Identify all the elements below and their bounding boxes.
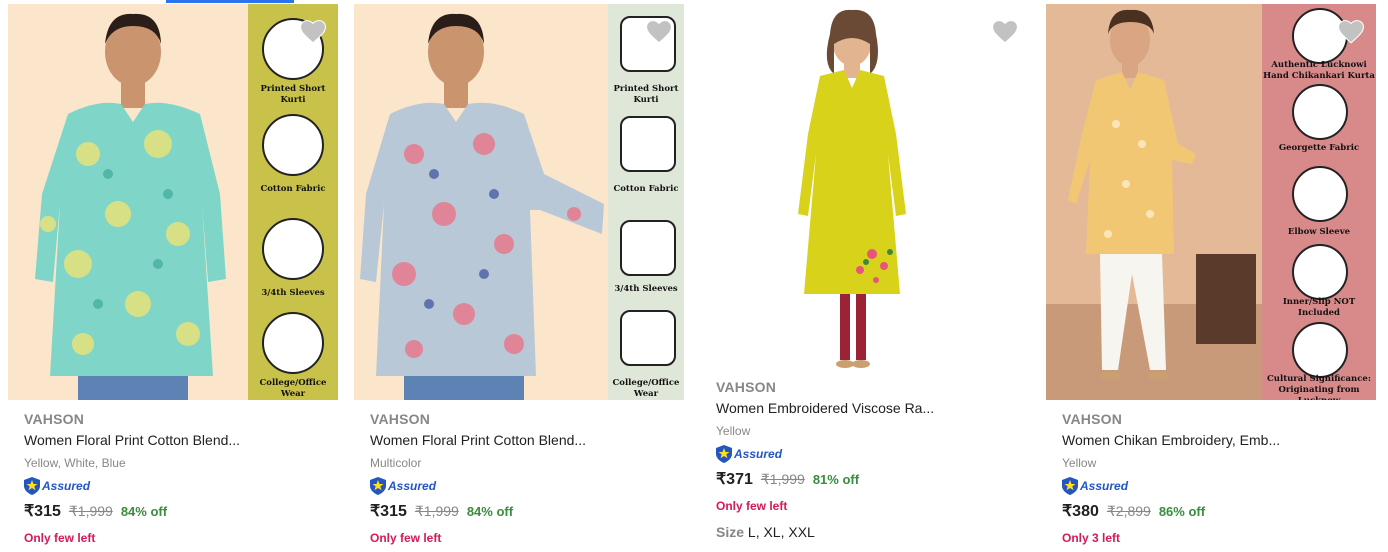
product-variant: Multicolor	[370, 456, 422, 470]
discount: 84% off	[120, 504, 168, 519]
stock-status: Only few left	[370, 531, 442, 545]
no-inner-icon	[1292, 244, 1348, 300]
assured-badge: Assured	[24, 477, 90, 495]
product-brand: VAHSON	[1062, 411, 1123, 427]
product-brand: VAHSON	[716, 379, 777, 395]
assured-label: Assured	[734, 447, 783, 461]
product-variant: Yellow	[1062, 456, 1097, 470]
heart-icon[interactable]	[1338, 20, 1364, 44]
product-title[interactable]: Women Floral Print Cotton Blend...	[370, 432, 586, 448]
stock-status: Only few left	[716, 499, 788, 513]
product-variant: Yellow, White, Blue	[24, 456, 126, 470]
selling-price: ₹380	[1062, 503, 1099, 520]
feature-label: Printed Short Kurti	[260, 84, 326, 105]
product-variant: Yellow	[716, 424, 751, 438]
product-title[interactable]: Women Embroidered Viscose Ra...	[716, 400, 934, 416]
product-image[interactable]	[700, 4, 1030, 372]
price-row: ₹380 ₹2,899 86% off	[1062, 501, 1205, 521]
fabric-icon	[1292, 84, 1348, 140]
heritage-building-icon	[1292, 322, 1348, 378]
stock-status: Only few left	[24, 531, 96, 545]
heart-icon[interactable]	[300, 20, 326, 44]
original-price: ₹1,999	[414, 503, 459, 519]
assured-shield-icon	[24, 477, 40, 495]
feature-label: Georgette Fabric	[1278, 143, 1360, 153]
product-brand: VAHSON	[24, 411, 85, 427]
feature-label: 3/4th Sleeves	[614, 284, 678, 294]
feature-label: Printed Short Kurti	[613, 84, 679, 105]
product-card[interactable]: Printed Short Kurti Cotton Fabric 3/4th …	[354, 4, 684, 552]
discount: 84% off	[466, 504, 514, 519]
cotton-icon	[262, 114, 324, 176]
product-title[interactable]: Women Chikan Embroidery, Emb...	[1062, 432, 1280, 448]
product-image[interactable]: Authentic Lucknowi Hand Chikankari Kurta…	[1046, 4, 1376, 400]
product-card[interactable]: Authentic Lucknowi Hand Chikankari Kurta…	[1046, 4, 1376, 552]
assured-shield-icon	[1062, 477, 1078, 495]
original-price: ₹2,899	[1106, 503, 1151, 519]
price-row: ₹371 ₹1,999 81% off	[716, 469, 859, 489]
feature-label: Cultural Significance: Originating from …	[1267, 374, 1371, 400]
feature-label: Authentic Lucknowi Hand Chikankari Kurta	[1263, 60, 1375, 81]
assured-badge: Assured	[370, 477, 436, 495]
discount: 81% off	[812, 472, 860, 487]
original-price: ₹1,999	[68, 503, 113, 519]
cotton-icon	[620, 116, 676, 172]
assured-label: Assured	[388, 479, 437, 493]
product-brand: VAHSON	[370, 411, 431, 427]
sleeve-icon	[620, 220, 676, 276]
assured-badge: Assured	[716, 445, 782, 463]
heart-icon[interactable]	[646, 20, 672, 44]
selling-price: ₹315	[370, 503, 407, 520]
selling-price: ₹371	[716, 471, 753, 488]
assured-badge: Assured	[1062, 477, 1128, 495]
size-label: Size	[716, 524, 745, 540]
college-building-icon	[620, 310, 676, 366]
assured-label: Assured	[1080, 479, 1129, 493]
feature-label: 3/4th Sleeves	[261, 288, 325, 298]
feature-label: College/Office Wear	[259, 378, 327, 399]
feature-label: Elbow Sleeve	[1287, 227, 1351, 237]
college-building-icon	[262, 312, 324, 374]
product-image[interactable]: Printed Short Kurti Cotton Fabric 3/4th …	[8, 4, 338, 400]
size-values: L, XL, XXL	[747, 524, 815, 540]
assured-label: Assured	[42, 479, 91, 493]
assured-shield-icon	[370, 477, 386, 495]
active-tab-indicator	[166, 0, 294, 3]
product-card[interactable]: VAHSON Women Embroidered Viscose Ra... Y…	[700, 4, 1030, 552]
product-title[interactable]: Women Floral Print Cotton Blend...	[24, 432, 240, 448]
assured-shield-icon	[716, 445, 732, 463]
discount: 86% off	[1158, 504, 1206, 519]
product-image[interactable]: Printed Short Kurti Cotton Fabric 3/4th …	[354, 4, 684, 400]
sleeve-icon	[1292, 166, 1348, 222]
feature-label: Cotton Fabric	[260, 184, 326, 194]
available-sizes: Size L, XL, XXL	[716, 524, 815, 540]
price-row: ₹315 ₹1,999 84% off	[370, 501, 513, 521]
heart-icon[interactable]	[992, 20, 1018, 44]
original-price: ₹1,999	[760, 471, 805, 487]
product-photo	[798, 9, 906, 368]
price-row: ₹315 ₹1,999 84% off	[24, 501, 167, 521]
selling-price: ₹315	[24, 503, 61, 520]
sleeve-icon	[262, 218, 324, 280]
feature-label: College/Office Wear	[612, 378, 680, 399]
feature-label: Inner/Slip NOT Included	[1282, 297, 1356, 318]
feature-label: Cotton Fabric	[613, 184, 679, 194]
product-card[interactable]: Printed Short Kurti Cotton Fabric 3/4th …	[8, 4, 338, 552]
stock-status: Only 3 left	[1062, 531, 1121, 545]
